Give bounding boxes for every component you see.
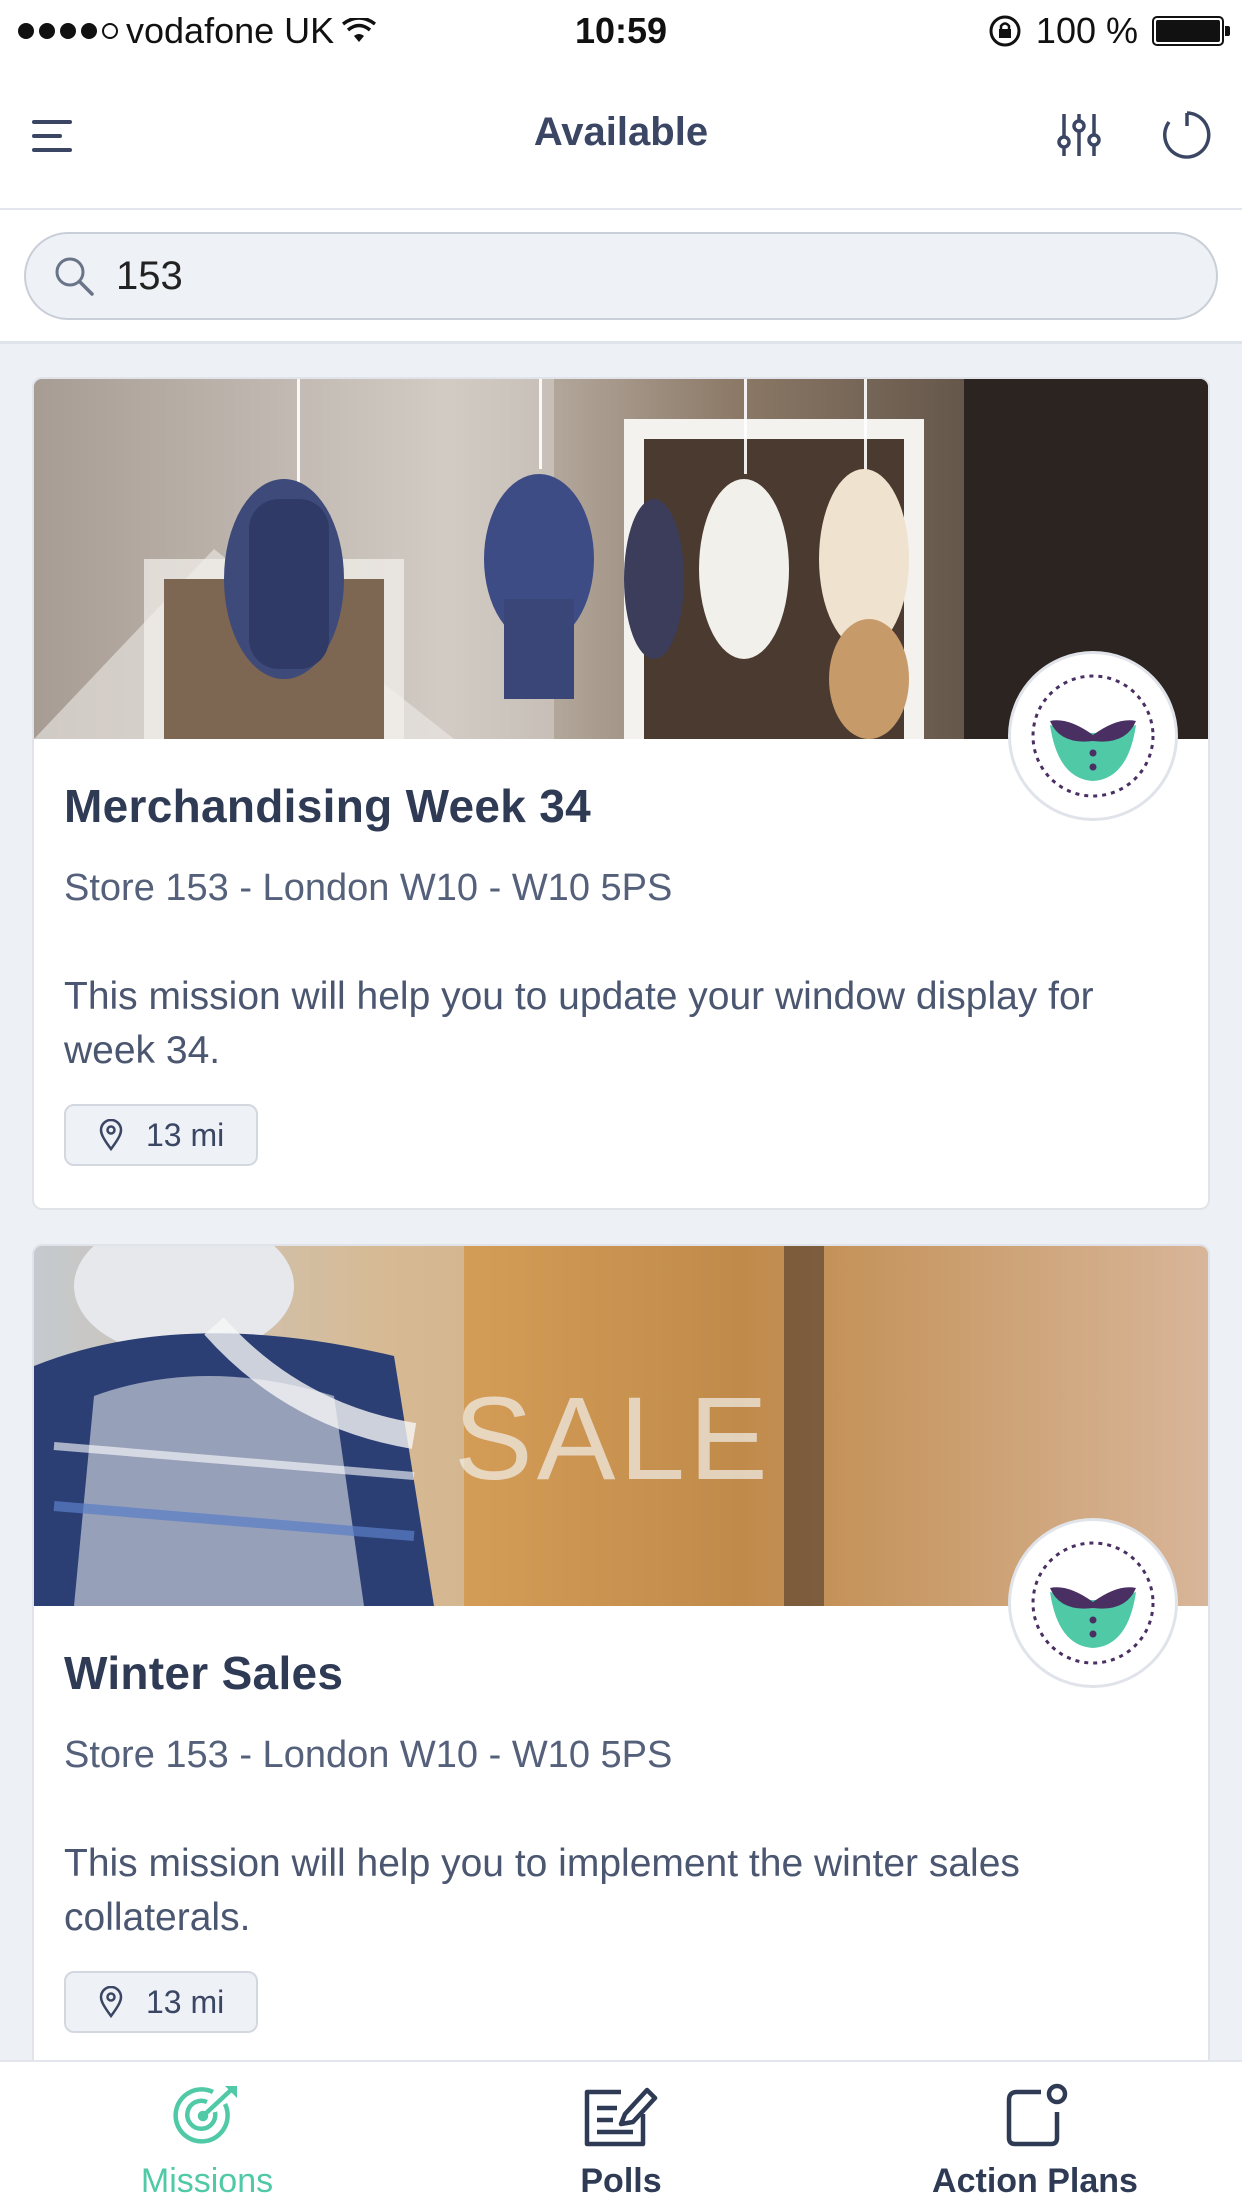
mission-title: Winter Sales bbox=[64, 1647, 344, 1699]
shirt-collar-logo-icon bbox=[1031, 1541, 1155, 1665]
bottom-nav: Missions Polls Action Plans bbox=[0, 2060, 1242, 2208]
tab-action-plans[interactable]: Action Plans bbox=[828, 2062, 1242, 2208]
app-header: Available bbox=[0, 62, 1242, 210]
mission-description: This mission will help you to update you… bbox=[64, 975, 1094, 1072]
poll-edit-icon bbox=[584, 2087, 658, 2147]
status-bar: vodafone UK 10:59 100 % bbox=[0, 0, 1242, 62]
carrier-name: vodafone UK bbox=[126, 10, 335, 51]
action-plan-icon bbox=[1006, 2083, 1068, 2147]
refresh-icon bbox=[1163, 111, 1211, 159]
search-icon bbox=[55, 257, 94, 296]
mission-store: Store 153 - London W10 - W10 5PS bbox=[64, 867, 673, 909]
mission-card-body: Merchandising Week 34 Store 153 - London… bbox=[34, 739, 1208, 1166]
wifi-icon bbox=[342, 18, 377, 42]
refresh-button[interactable] bbox=[1160, 108, 1214, 162]
mission-card[interactable]: SALE Winter Sales Store 153 - London W10… bbox=[32, 1244, 1210, 2077]
distance-value: 13 mi bbox=[146, 1983, 225, 2020]
sliders-icon bbox=[1057, 114, 1101, 156]
search-bar: 153 bbox=[0, 210, 1242, 344]
mission-badge bbox=[1008, 651, 1178, 821]
tab-polls[interactable]: Polls bbox=[414, 2062, 828, 2208]
mission-title: Merchandising Week 34 bbox=[64, 780, 591, 832]
status-left: vodafone UK bbox=[18, 10, 377, 52]
mission-card-body: Winter Sales Store 153 - London W10 - W1… bbox=[34, 1606, 1208, 2033]
signal-strength-icon bbox=[18, 23, 118, 39]
distance-value: 13 mi bbox=[146, 1116, 225, 1153]
mission-description: This mission will help you to implement … bbox=[64, 1842, 1020, 1939]
mission-store: Store 153 - London W10 - W10 5PS bbox=[64, 1734, 673, 1776]
search-value: 153 bbox=[116, 253, 183, 298]
mission-badge bbox=[1008, 1518, 1178, 1688]
tab-label: Missions bbox=[140, 2162, 274, 2200]
distance-chip: 13 mi bbox=[64, 1104, 259, 1166]
battery-percent: 100 % bbox=[1035, 10, 1138, 51]
shirt-collar-logo-icon bbox=[1031, 674, 1155, 798]
search-input[interactable]: 153 bbox=[24, 232, 1218, 320]
tab-label: Action Plans bbox=[932, 2162, 1138, 2200]
tab-missions[interactable]: Missions bbox=[0, 2062, 414, 2208]
target-icon bbox=[173, 2086, 237, 2144]
filter-button[interactable] bbox=[1054, 110, 1104, 160]
status-right: 100 % bbox=[988, 10, 1230, 52]
tab-label: Polls bbox=[580, 2162, 662, 2200]
location-pin-icon bbox=[99, 1986, 123, 2018]
sale-sign-text: SALE bbox=[454, 1373, 772, 1505]
location-pin-icon bbox=[99, 1119, 123, 1151]
distance-chip: 13 mi bbox=[64, 1971, 259, 2033]
battery-icon bbox=[1152, 16, 1230, 46]
mission-card[interactable]: Merchandising Week 34 Store 153 - London… bbox=[32, 377, 1210, 1210]
rotation-lock-icon bbox=[989, 15, 1021, 47]
